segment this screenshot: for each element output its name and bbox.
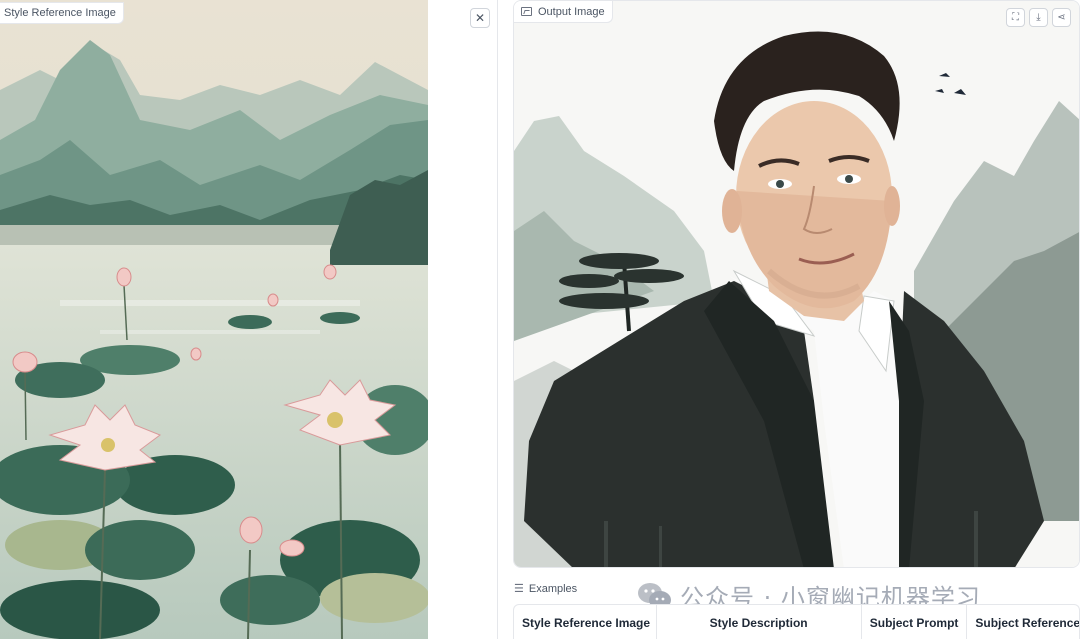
share-icon: ⋖ <box>1057 12 1066 23</box>
close-icon: ✕ <box>474 11 486 25</box>
fullscreen-icon: ⛶ <box>1012 12 1019 23</box>
examples-label: Examples <box>528 582 578 595</box>
close-button[interactable]: ✕ <box>470 8 490 28</box>
examples-table: Style Reference Image Style Description … <box>513 604 1080 639</box>
download-icon: ⤓ <box>1036 12 1041 23</box>
image-icon <box>521 7 532 16</box>
column-subject-prompt[interactable]: Subject Prompt <box>862 605 968 639</box>
column-style-reference-image[interactable]: Style Reference Image <box>514 605 657 639</box>
output-image-panel: Output Image ⛶ ⤓ ⋖ <box>513 0 1080 568</box>
style-reference-image <box>0 0 428 639</box>
column-subject-reference[interactable]: Subject Reference <box>967 605 1079 639</box>
app-page: Style Reference Image ✕ Output Image ⛶ ⤓… <box>0 0 1080 639</box>
output-image-label-text: Output Image <box>538 5 605 18</box>
list-icon: ☰ <box>514 583 524 595</box>
share-button[interactable]: ⋖ <box>1052 8 1071 27</box>
examples-header: ☰ Examples <box>514 582 578 596</box>
style-reference-label: Style Reference Image <box>0 2 124 24</box>
fullscreen-button[interactable]: ⛶ <box>1006 8 1025 27</box>
output-toolbar: ⛶ ⤓ ⋖ <box>1006 8 1071 27</box>
panel-divider <box>497 0 498 639</box>
output-image-label: Output Image <box>514 1 613 23</box>
download-button[interactable]: ⤓ <box>1029 8 1048 27</box>
style-reference-label-text: Style Reference Image <box>4 7 116 19</box>
style-reference-panel: Style Reference Image ✕ <box>0 0 500 639</box>
column-style-description[interactable]: Style Description <box>657 605 862 639</box>
output-image <box>514 1 1079 567</box>
